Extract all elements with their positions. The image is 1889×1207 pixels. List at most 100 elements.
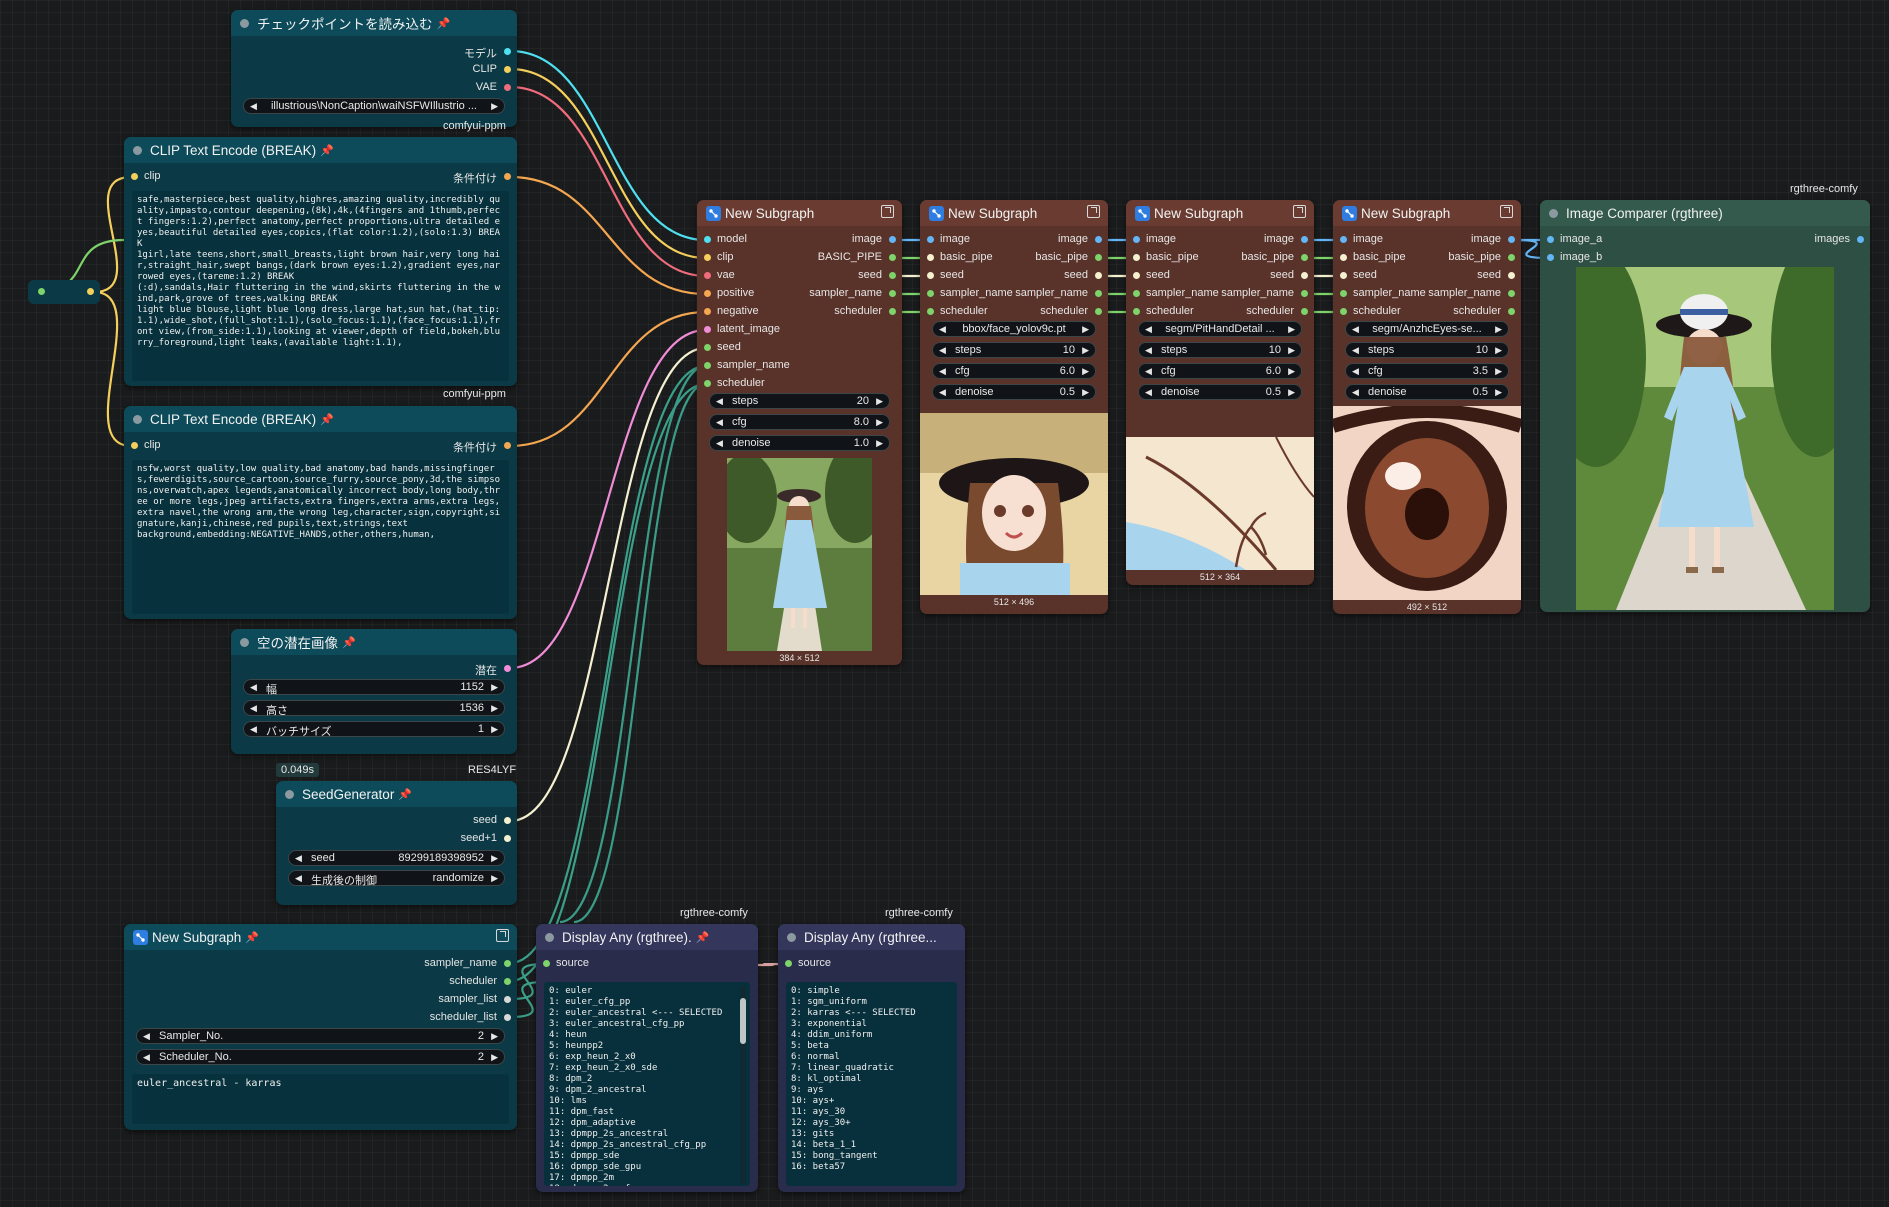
clip-text-encode-negative-node[interactable]: CLIP Text Encode (BREAK) 📌 clip 条件付け nsfw,… [124, 406, 517, 619]
input-slot-image-a[interactable] [1547, 236, 1554, 243]
prompt-textarea[interactable]: safe,masterpiece,best quality,highres,am… [132, 191, 509, 381]
input-slot-scheduler[interactable] [1340, 308, 1347, 315]
output-slot-basic-pipe[interactable] [889, 254, 896, 261]
scrollbar[interactable] [740, 986, 746, 1184]
input-slot-basic-pipe[interactable] [1340, 254, 1347, 261]
arrow-left-icon[interactable]: ◀ [1145, 345, 1152, 356]
arrow-right-icon[interactable]: ▶ [491, 853, 498, 864]
ckpt-name-combo[interactable]: ◀ illustrious\NonCaption\waiNSFWIllustrio… [243, 98, 505, 114]
arrow-left-icon[interactable]: ◀ [143, 1031, 150, 1042]
input-slot-clip[interactable] [131, 173, 138, 180]
comparison-image[interactable] [1576, 267, 1834, 610]
arrow-left-icon[interactable]: ◀ [250, 724, 257, 735]
arrow-right-icon[interactable]: ▶ [1288, 387, 1295, 398]
open-subgraph-icon[interactable] [881, 205, 894, 218]
input-slot-image[interactable] [927, 236, 934, 243]
node-header[interactable]: New Subgraph [1126, 200, 1314, 226]
input-slot-seed[interactable] [1133, 272, 1140, 279]
input-slot-vae[interactable] [704, 272, 711, 279]
reroute-node[interactable] [28, 280, 100, 304]
segm-model-combo[interactable]: ◀ segm/PitHandDetail ... ▶ [1138, 321, 1302, 337]
output-slot-conditioning[interactable] [504, 442, 511, 449]
seed-widget[interactable]: ◀ seed 89299189398952 ▶ [288, 850, 505, 866]
input-slot-basic-pipe[interactable] [927, 254, 934, 261]
output-slot-sampler-name[interactable] [889, 290, 896, 297]
sampler-scheduler-subgraph-node[interactable]: New Subgraph 📌 sampler_name scheduler sam… [124, 924, 517, 1130]
arrow-right-icon[interactable]: ▶ [491, 724, 498, 735]
collapse-dot[interactable] [1549, 208, 1558, 218]
input-slot-model[interactable] [704, 236, 711, 243]
input-slot-clip[interactable] [704, 254, 711, 261]
input-slot-basic-pipe[interactable] [1133, 254, 1140, 261]
input-slot-image-b[interactable] [1547, 254, 1554, 261]
arrow-right-icon[interactable]: ▶ [1082, 345, 1089, 356]
cfg-widget[interactable]: ◀ cfg 6.0 ▶ [932, 363, 1096, 379]
node-header[interactable]: CLIP Text Encode (BREAK) 📌 [124, 137, 517, 163]
output-slot-latent[interactable] [504, 665, 511, 672]
output-slot-scheduler[interactable] [1095, 308, 1102, 315]
arrow-left-icon[interactable]: ◀ [1145, 387, 1152, 398]
arrow-left-icon[interactable]: ◀ [1352, 345, 1359, 356]
arrow-left-icon[interactable]: ◀ [939, 345, 946, 356]
clip-text-encode-positive-node[interactable]: CLIP Text Encode (BREAK) 📌 clip 条件付け safe,… [124, 137, 517, 386]
output-slot[interactable] [504, 978, 511, 985]
arrow-left-icon[interactable]: ◀ [250, 703, 257, 714]
arrow-right-icon[interactable]: ▶ [491, 873, 498, 884]
input-slot-sampler-name[interactable] [927, 290, 934, 297]
output-slot[interactable] [504, 960, 511, 967]
input-slot-image[interactable] [1340, 236, 1347, 243]
denoise-widget[interactable]: ◀ denoise 0.5 ▶ [1138, 384, 1302, 400]
arrow-left-icon[interactable]: ◀ [716, 438, 723, 449]
subgraph-eye-detailer-node[interactable]: New Subgraph image image basic_pipe basic_p… [1333, 200, 1521, 614]
arrow-right-icon[interactable]: ▶ [1495, 387, 1502, 398]
collapse-dot[interactable] [545, 932, 554, 942]
denoise-widget[interactable]: ◀ denoise 0.5 ▶ [1345, 384, 1509, 400]
arrow-left-icon[interactable]: ◀ [143, 1052, 150, 1063]
collapse-dot[interactable] [240, 637, 249, 647]
display-any-scheduler-node[interactable]: Display Any (rgthree... source 0: simple… [778, 924, 965, 1192]
input-slot-scheduler[interactable] [704, 380, 711, 387]
collapse-dot[interactable] [285, 789, 294, 799]
input-slot-latent-image[interactable] [704, 326, 711, 333]
open-subgraph-icon[interactable] [1500, 205, 1513, 218]
input-slot-scheduler[interactable] [1133, 308, 1140, 315]
reroute-output-slot[interactable] [87, 288, 94, 295]
steps-widget[interactable]: ◀ steps 10 ▶ [1345, 342, 1509, 358]
input-slot-source[interactable] [543, 960, 550, 967]
output-slot-sampler-name[interactable] [1301, 290, 1308, 297]
collapse-dot[interactable] [133, 414, 142, 424]
output-slot-image[interactable] [1095, 236, 1102, 243]
input-slot-seed[interactable] [927, 272, 934, 279]
collapse-dot[interactable] [240, 18, 249, 28]
output-slot-seed[interactable] [1301, 272, 1308, 279]
batch-size-widget[interactable]: ◀ バッチサイズ 1 ▶ [243, 721, 505, 738]
reroute-input-slot[interactable] [38, 288, 45, 295]
arrow-left-icon[interactable]: ◀ [1145, 366, 1152, 377]
node-header[interactable]: チェックポイントを読み込む 📌 [231, 10, 517, 36]
denoise-widget[interactable]: ◀ denoise 1.0 ▶ [709, 435, 890, 451]
scheduler-no-widget[interactable]: ◀ Scheduler_No. 2 ▶ [136, 1049, 505, 1065]
arrow-right-icon[interactable]: ▶ [491, 1052, 498, 1063]
output-slot-clip[interactable] [504, 66, 511, 73]
arrow-right-icon[interactable]: ▶ [1495, 324, 1502, 335]
display-any-sampler-node[interactable]: Display Any (rgthree). 📌 source 0: euler … [536, 924, 758, 1192]
control-after-generate-widget[interactable]: ◀ 生成後の制御 randomize ▶ [288, 870, 505, 887]
output-slot-images[interactable] [1857, 236, 1864, 243]
input-slot-scheduler[interactable] [927, 308, 934, 315]
input-slot-seed[interactable] [704, 344, 711, 351]
seed-generator-node[interactable]: SeedGenerator 📌 seed seed+1 ◀ seed 89299189… [276, 781, 517, 905]
arrow-right-icon[interactable]: ▶ [491, 1031, 498, 1042]
output-slot-vae[interactable] [504, 84, 511, 91]
arrow-right-icon[interactable]: ▶ [876, 396, 883, 407]
node-header[interactable]: Image Comparer (rgthree) [1540, 200, 1870, 226]
output-slot-basic-pipe[interactable] [1095, 254, 1102, 261]
sampler-no-widget[interactable]: ◀ Sampler_No. 2 ▶ [136, 1028, 505, 1044]
arrow-right-icon[interactable]: ▶ [876, 417, 883, 428]
arrow-right-icon[interactable]: ▶ [491, 703, 498, 714]
height-widget[interactable]: ◀ 高さ 1536 ▶ [243, 700, 505, 717]
cfg-widget[interactable]: ◀ cfg 3.5 ▶ [1345, 363, 1509, 379]
arrow-right-icon[interactable]: ▶ [1082, 324, 1089, 335]
input-slot-sampler-name[interactable] [704, 362, 711, 369]
arrow-right-icon[interactable]: ▶ [1288, 345, 1295, 356]
arrow-left-icon[interactable]: ◀ [250, 101, 257, 112]
